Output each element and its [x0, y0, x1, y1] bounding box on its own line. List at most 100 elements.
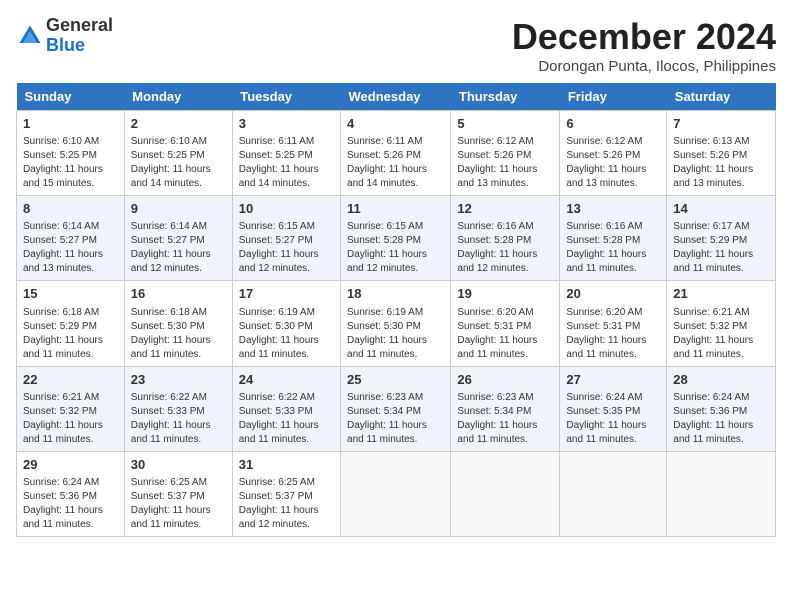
- title-block: December 2024 Dorongan Punta, Ilocos, Ph…: [512, 16, 776, 75]
- calendar-cell: 7Sunrise: 6:13 AMSunset: 5:26 PMDaylight…: [667, 111, 776, 196]
- calendar-cell: 8 Sunrise: 6:14 AMSunset: 5:27 PMDaylight…: [17, 196, 125, 281]
- column-header-row: SundayMondayTuesdayWednesdayThursdayFrid…: [17, 83, 776, 111]
- calendar-cell: 20Sunrise: 6:20 AMSunset: 5:31 PMDayligh…: [560, 281, 667, 366]
- day-info: Sunrise: 6:10 AMSunset: 5:25 PMDaylight:…: [131, 135, 226, 191]
- day-number: 22: [23, 371, 118, 389]
- day-info: Sunrise: 6:19 AMSunset: 5:30 PMDaylight:…: [239, 306, 334, 362]
- day-info: Sunrise: 6:18 AMSunset: 5:29 PMDaylight:…: [23, 306, 118, 362]
- day-info: Sunrise: 6:21 AMSunset: 5:32 PMDaylight:…: [673, 306, 769, 362]
- calendar-cell: 30 Sunrise: 6:25 AMSunset: 5:37 PMDayligh…: [124, 451, 232, 536]
- calendar-cell: [451, 451, 560, 536]
- calendar-cell: 27 Sunrise: 6:24 AMSunset: 5:35 PMDayligh…: [560, 366, 667, 451]
- calendar-cell: 26 Sunrise: 6:23 AMSunset: 5:34 PMDayligh…: [451, 366, 560, 451]
- day-info: Sunrise: 6:16 AMSunset: 5:28 PMDaylight:…: [566, 220, 660, 276]
- calendar-cell: 4 Sunrise: 6:11 AMSunset: 5:26 PMDaylight…: [341, 111, 451, 196]
- day-number: 8: [23, 200, 118, 218]
- day-number: 14: [673, 200, 769, 218]
- day-info: Sunrise: 6:20 AMSunset: 5:31 PMDaylight:…: [457, 306, 553, 362]
- calendar-cell: 22Sunrise: 6:21 AMSunset: 5:32 PMDayligh…: [17, 366, 125, 451]
- calendar-cell: 2 Sunrise: 6:10 AMSunset: 5:25 PMDaylight…: [124, 111, 232, 196]
- calendar-cell: 12 Sunrise: 6:16 AMSunset: 5:28 PMDayligh…: [451, 196, 560, 281]
- calendar-cell: 3 Sunrise: 6:11 AMSunset: 5:25 PMDaylight…: [232, 111, 340, 196]
- calendar-cell: 6Sunrise: 6:12 AMSunset: 5:26 PMDaylight…: [560, 111, 667, 196]
- day-number: 29: [23, 456, 118, 474]
- day-info: Sunrise: 6:17 AMSunset: 5:29 PMDaylight:…: [673, 220, 769, 276]
- calendar-cell: 11 Sunrise: 6:15 AMSunset: 5:28 PMDayligh…: [341, 196, 451, 281]
- day-info: Sunrise: 6:15 AMSunset: 5:28 PMDaylight:…: [347, 220, 444, 276]
- day-number: 15: [23, 285, 118, 303]
- day-info: Sunrise: 6:22 AMSunset: 5:33 PMDaylight:…: [131, 391, 226, 447]
- day-info: Sunrise: 6:24 AMSunset: 5:36 PMDaylight:…: [23, 476, 118, 532]
- calendar-cell: 15 Sunrise: 6:18 AMSunset: 5:29 PMDayligh…: [17, 281, 125, 366]
- calendar-cell: [667, 451, 776, 536]
- day-info: Sunrise: 6:13 AMSunset: 5:26 PMDaylight:…: [673, 135, 769, 191]
- calendar-cell: 14 Sunrise: 6:17 AMSunset: 5:29 PMDayligh…: [667, 196, 776, 281]
- calendar-cell: 17Sunrise: 6:19 AMSunset: 5:30 PMDayligh…: [232, 281, 340, 366]
- calendar-cell: 25Sunrise: 6:23 AMSunset: 5:34 PMDayligh…: [341, 366, 451, 451]
- day-number: 2: [131, 115, 226, 133]
- day-number: 10: [239, 200, 334, 218]
- week-row-3: 15 Sunrise: 6:18 AMSunset: 5:29 PMDayligh…: [17, 281, 776, 366]
- column-header-wednesday: Wednesday: [341, 83, 451, 111]
- column-header-sunday: Sunday: [17, 83, 125, 111]
- calendar-cell: 1 Sunrise: 6:10 AMSunset: 5:25 PMDaylight…: [17, 111, 125, 196]
- column-header-thursday: Thursday: [451, 83, 560, 111]
- day-info: Sunrise: 6:18 AMSunset: 5:30 PMDaylight:…: [131, 306, 226, 362]
- calendar-cell: 5 Sunrise: 6:12 AMSunset: 5:26 PMDaylight…: [451, 111, 560, 196]
- day-number: 28: [673, 371, 769, 389]
- week-row-4: 22Sunrise: 6:21 AMSunset: 5:32 PMDayligh…: [17, 366, 776, 451]
- day-info: Sunrise: 6:25 AMSunset: 5:37 PMDaylight:…: [131, 476, 226, 532]
- location: Dorongan Punta, Ilocos, Philippines: [512, 58, 776, 75]
- day-info: Sunrise: 6:11 AMSunset: 5:25 PMDaylight:…: [239, 135, 334, 191]
- day-number: 20: [566, 285, 660, 303]
- day-info: Sunrise: 6:19 AMSunset: 5:30 PMDaylight:…: [347, 306, 444, 362]
- logo-text: General Blue: [46, 16, 113, 56]
- day-number: 30: [131, 456, 226, 474]
- day-number: 9: [131, 200, 226, 218]
- calendar-cell: 19Sunrise: 6:20 AMSunset: 5:31 PMDayligh…: [451, 281, 560, 366]
- calendar-cell: 9 Sunrise: 6:14 AMSunset: 5:27 PMDaylight…: [124, 196, 232, 281]
- day-info: Sunrise: 6:25 AMSunset: 5:37 PMDaylight:…: [239, 476, 334, 532]
- day-info: Sunrise: 6:11 AMSunset: 5:26 PMDaylight:…: [347, 135, 444, 191]
- day-number: 4: [347, 115, 444, 133]
- day-info: Sunrise: 6:24 AMSunset: 5:35 PMDaylight:…: [566, 391, 660, 447]
- day-number: 21: [673, 285, 769, 303]
- day-number: 13: [566, 200, 660, 218]
- day-info: Sunrise: 6:14 AMSunset: 5:27 PMDaylight:…: [23, 220, 118, 276]
- day-number: 1: [23, 115, 118, 133]
- column-header-monday: Monday: [124, 83, 232, 111]
- column-header-saturday: Saturday: [667, 83, 776, 111]
- logo: General Blue: [16, 16, 113, 56]
- calendar-cell: 13 Sunrise: 6:16 AMSunset: 5:28 PMDayligh…: [560, 196, 667, 281]
- day-info: Sunrise: 6:22 AMSunset: 5:33 PMDaylight:…: [239, 391, 334, 447]
- day-number: 18: [347, 285, 444, 303]
- calendar-table: SundayMondayTuesdayWednesdayThursdayFrid…: [16, 83, 776, 537]
- day-number: 27: [566, 371, 660, 389]
- day-info: Sunrise: 6:23 AMSunset: 5:34 PMDaylight:…: [457, 391, 553, 447]
- day-info: Sunrise: 6:12 AMSunset: 5:26 PMDaylight:…: [457, 135, 553, 191]
- page-header: General Blue December 2024 Dorongan Punt…: [16, 16, 776, 75]
- day-info: Sunrise: 6:14 AMSunset: 5:27 PMDaylight:…: [131, 220, 226, 276]
- day-number: 26: [457, 371, 553, 389]
- calendar-cell: 16Sunrise: 6:18 AMSunset: 5:30 PMDayligh…: [124, 281, 232, 366]
- calendar-cell: 31 Sunrise: 6:25 AMSunset: 5:37 PMDayligh…: [232, 451, 340, 536]
- day-number: 12: [457, 200, 553, 218]
- calendar-cell: 28Sunrise: 6:24 AMSunset: 5:36 PMDayligh…: [667, 366, 776, 451]
- calendar-cell: 21 Sunrise: 6:21 AMSunset: 5:32 PMDayligh…: [667, 281, 776, 366]
- day-number: 11: [347, 200, 444, 218]
- day-info: Sunrise: 6:10 AMSunset: 5:25 PMDaylight:…: [23, 135, 118, 191]
- day-info: Sunrise: 6:16 AMSunset: 5:28 PMDaylight:…: [457, 220, 553, 276]
- day-number: 25: [347, 371, 444, 389]
- day-number: 5: [457, 115, 553, 133]
- day-number: 3: [239, 115, 334, 133]
- calendar-cell: 10Sunrise: 6:15 AMSunset: 5:27 PMDayligh…: [232, 196, 340, 281]
- week-row-1: 1 Sunrise: 6:10 AMSunset: 5:25 PMDaylight…: [17, 111, 776, 196]
- day-number: 31: [239, 456, 334, 474]
- logo-icon: [16, 22, 44, 50]
- calendar-cell: 18 Sunrise: 6:19 AMSunset: 5:30 PMDayligh…: [341, 281, 451, 366]
- calendar-cell: 23Sunrise: 6:22 AMSunset: 5:33 PMDayligh…: [124, 366, 232, 451]
- calendar-cell: [341, 451, 451, 536]
- calendar-cell: [560, 451, 667, 536]
- day-info: Sunrise: 6:12 AMSunset: 5:26 PMDaylight:…: [566, 135, 660, 191]
- calendar-cell: 29 Sunrise: 6:24 AMSunset: 5:36 PMDayligh…: [17, 451, 125, 536]
